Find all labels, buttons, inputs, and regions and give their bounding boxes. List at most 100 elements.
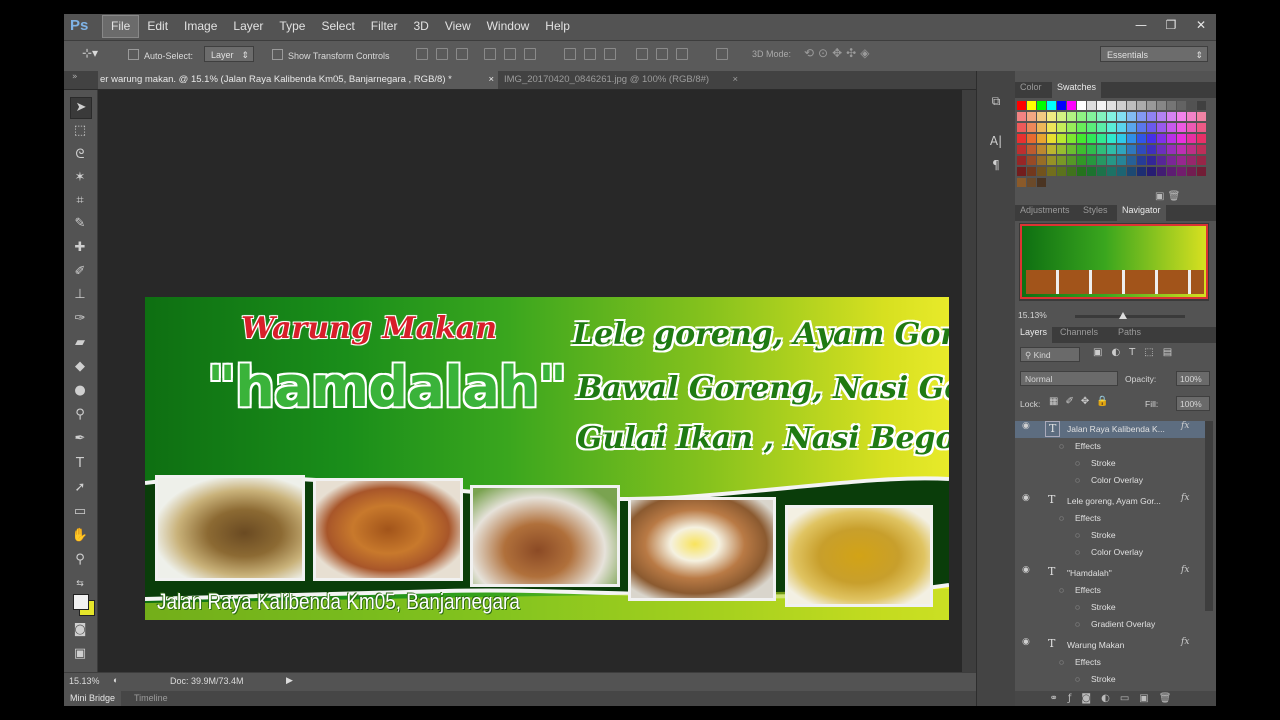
fx-icon[interactable]: fx [1181, 421, 1189, 431]
color-swatch[interactable] [1197, 123, 1206, 132]
color-swatch[interactable] [1057, 178, 1066, 187]
workspace-dropdown[interactable]: Essentials ⇕ [1100, 46, 1208, 62]
color-swatch[interactable] [1177, 167, 1186, 176]
color-swatch[interactable] [1087, 101, 1096, 110]
color-swatch[interactable] [1167, 123, 1176, 132]
color-swatch[interactable] [1137, 156, 1146, 165]
color-swatch[interactable] [1017, 178, 1026, 187]
dodge-tool-icon[interactable]: ⚲ [70, 405, 90, 425]
fx-icon[interactable]: fx [1181, 637, 1189, 647]
effect-eye-icon[interactable]: ◌ [1075, 616, 1080, 633]
align-bottom-icon[interactable] [456, 48, 468, 60]
color-swatch[interactable] [1107, 101, 1116, 110]
lasso-tool-icon[interactable]: ᘓ [70, 145, 90, 165]
effects-eye-icon[interactable]: ◌ [1059, 654, 1064, 671]
color-swatch[interactable] [1027, 156, 1036, 165]
visibility-eye-icon[interactable]: ◉ [1022, 565, 1030, 575]
color-swatch[interactable] [1067, 156, 1076, 165]
tab-color[interactable]: Color [1015, 82, 1047, 98]
close-button[interactable]: ✕ [1186, 14, 1216, 36]
path-selection-tool-icon[interactable]: ➚ [70, 478, 90, 498]
color-swatch[interactable] [1037, 112, 1046, 121]
color-swatch[interactable] [1077, 123, 1086, 132]
color-swatch[interactable] [1167, 167, 1176, 176]
move-tool-preset-icon[interactable]: ⊹▾ [82, 46, 98, 60]
tab-channels[interactable]: Channels [1055, 327, 1103, 343]
auto-select-dropdown[interactable]: Layer ⇕ [204, 46, 254, 62]
effect-eye-icon[interactable]: ◌ [1075, 527, 1080, 544]
tab-mini-bridge[interactable]: Mini Bridge [64, 691, 122, 706]
color-swatch[interactable] [1027, 123, 1036, 132]
color-swatch[interactable] [1187, 178, 1196, 187]
color-swatch[interactable] [1087, 156, 1096, 165]
color-swatch[interactable] [1077, 167, 1086, 176]
color-swatch[interactable] [1067, 123, 1076, 132]
color-swatch[interactable] [1037, 101, 1046, 110]
color-swatch[interactable] [1167, 112, 1176, 121]
color-swatch[interactable] [1117, 156, 1126, 165]
color-swatch[interactable] [1117, 178, 1126, 187]
color-swatch[interactable] [1177, 101, 1186, 110]
tab-timeline[interactable]: Timeline [134, 691, 168, 706]
tabs-overflow-icon[interactable]: » [72, 72, 78, 82]
effect-eye-icon[interactable]: ◌ [1075, 544, 1080, 561]
layer-name[interactable]: Warung Makan [1067, 637, 1167, 654]
color-swatch[interactable] [1157, 112, 1166, 121]
effect-overlay-row[interactable]: ◌ Gradient Overlay [1015, 616, 1205, 633]
visibility-eye-icon[interactable]: ◉ [1022, 637, 1030, 647]
menu-type[interactable]: Type [271, 14, 313, 38]
color-swatch[interactable] [1137, 123, 1146, 132]
color-swatch[interactable] [1097, 178, 1106, 187]
clone-stamp-tool-icon[interactable]: ⊥ [70, 285, 90, 305]
paragraph-panel-icon[interactable]: ¶ [988, 157, 1004, 173]
color-swatch[interactable] [1047, 156, 1056, 165]
color-swatch[interactable] [1197, 167, 1206, 176]
color-swatch[interactable] [1087, 123, 1096, 132]
color-swatch[interactable] [1017, 112, 1026, 121]
zoom-readout[interactable]: 15.13% [69, 676, 100, 686]
color-swatch[interactable] [1197, 178, 1206, 187]
color-swatch[interactable] [1137, 134, 1146, 143]
color-swatch[interactable] [1147, 101, 1156, 110]
color-swatch[interactable] [1097, 156, 1106, 165]
color-swatch[interactable] [1107, 134, 1116, 143]
canvas-vertical-scrollbar[interactable] [962, 90, 976, 686]
color-swatch[interactable] [1107, 167, 1116, 176]
lock-icons[interactable]: ▦✐✥🔒 [1049, 396, 1116, 407]
color-swatch[interactable] [1057, 123, 1066, 132]
color-swatch[interactable] [1197, 134, 1206, 143]
opacity-input[interactable]: 100% [1176, 371, 1210, 386]
zoom-tool-icon[interactable]: ⚲ [70, 550, 90, 570]
distribute-bottom-icon[interactable] [604, 48, 616, 60]
color-swatch[interactable] [1157, 123, 1166, 132]
color-swatch[interactable] [1127, 167, 1136, 176]
minimize-button[interactable]: — [1126, 14, 1156, 36]
visibility-eye-icon[interactable]: ◉ [1022, 493, 1030, 503]
distribute-vcenter-icon[interactable] [584, 48, 596, 60]
layer-row[interactable]: ◉ T Jalan Raya Kalibenda K... fx [1015, 421, 1205, 438]
distribute-hcenter-icon[interactable] [656, 48, 668, 60]
color-swatch[interactable] [1087, 134, 1096, 143]
color-swatch[interactable] [1047, 101, 1056, 110]
effects-eye-icon[interactable]: ◌ [1059, 582, 1064, 599]
menu-3d[interactable]: 3D [405, 14, 436, 38]
distribute-top-icon[interactable] [564, 48, 576, 60]
fill-input[interactable]: 100% [1176, 396, 1210, 411]
tab-styles[interactable]: Styles [1078, 205, 1113, 221]
filter-kind-dropdown[interactable]: ⚲ Kind [1020, 347, 1080, 362]
visibility-eye-icon[interactable]: ◉ [1022, 421, 1030, 431]
color-swatch[interactable] [1037, 123, 1046, 132]
effect-overlay-row[interactable]: ◌ Color Overlay [1015, 544, 1205, 561]
marquee-tool-icon[interactable]: ⬚ [70, 121, 90, 141]
color-swatch[interactable] [1107, 156, 1116, 165]
layer-name[interactable]: "Hamdalah" [1067, 565, 1167, 582]
color-swatch[interactable] [1047, 134, 1056, 143]
color-swatch[interactable] [1057, 156, 1066, 165]
color-swatch[interactable] [1047, 112, 1056, 121]
screen-mode-icon[interactable]: ▣ [70, 644, 90, 664]
color-swatch[interactable] [1037, 167, 1046, 176]
blend-mode-dropdown[interactable]: Normal [1020, 371, 1118, 386]
color-swatch[interactable] [1147, 112, 1156, 121]
navigator-zoom-value[interactable]: 15.13% [1018, 310, 1047, 320]
color-swatch[interactable] [1157, 101, 1166, 110]
